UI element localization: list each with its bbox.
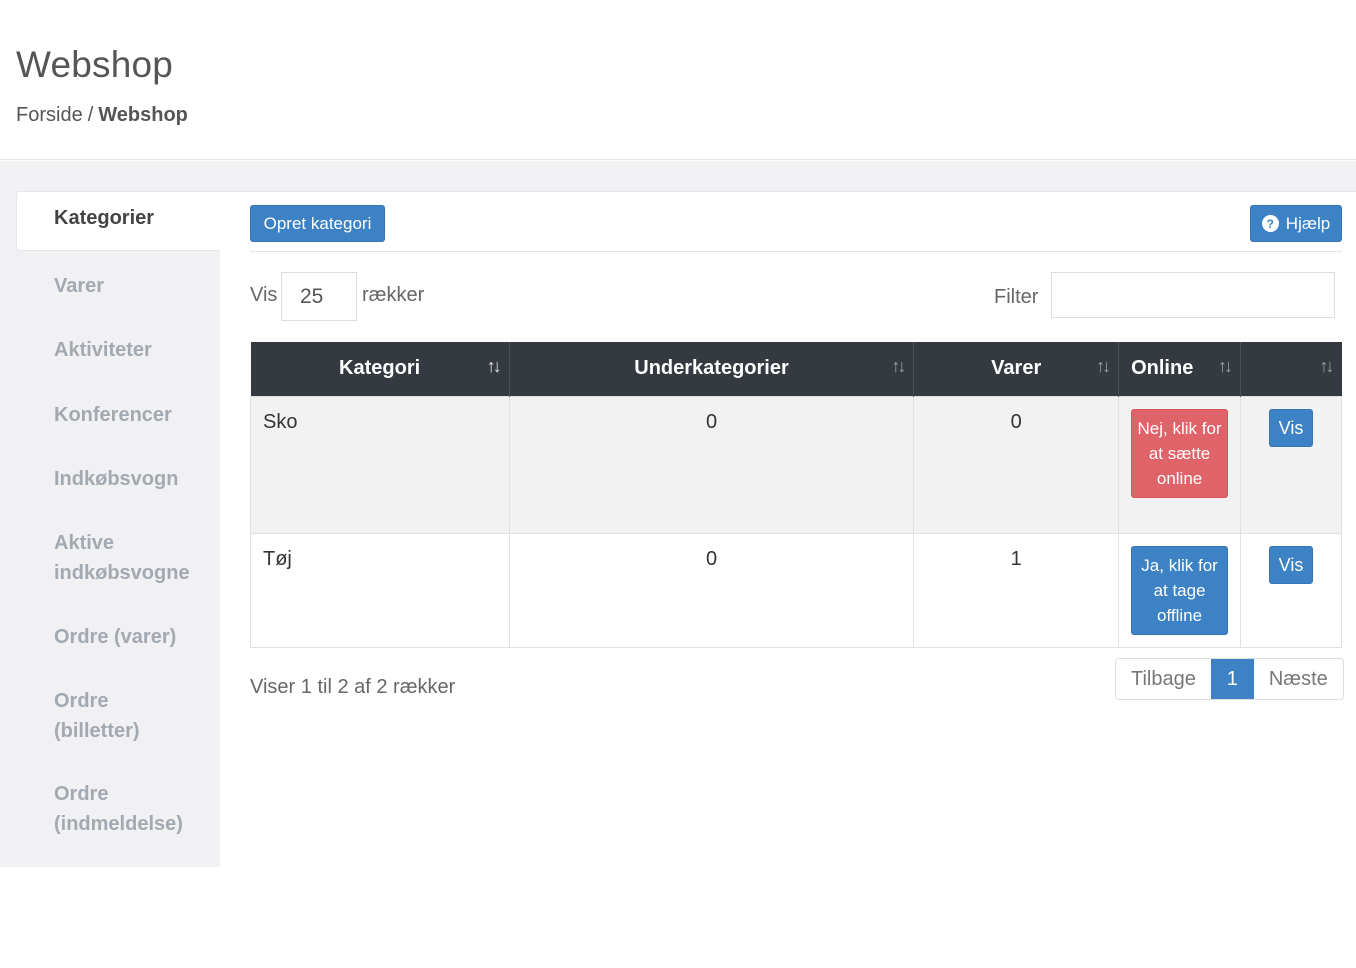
- sidebar-item-aktiviteter[interactable]: Aktiviteter: [54, 335, 152, 365]
- column-header-actions[interactable]: ↑↓: [1240, 342, 1342, 396]
- pagination: Tilbage 1 Næste: [1115, 658, 1344, 700]
- sort-icon: ↑↓: [1319, 356, 1335, 376]
- cell-varer: 0: [913, 395, 1120, 534]
- cell-underkategorier: 0: [508, 395, 915, 534]
- pagination-page-1[interactable]: 1: [1210, 659, 1254, 699]
- page-size-input[interactable]: [281, 272, 357, 321]
- sort-icon: ↑↓: [891, 356, 906, 376]
- sidebar-item-label-line1: Aktive: [54, 532, 115, 554]
- sort-icon: ↑↓: [1218, 356, 1233, 376]
- breadcrumb-separator: /: [87, 104, 94, 126]
- pagination-next[interactable]: Næste: [1253, 659, 1343, 699]
- breadcrumb-current: Webshop: [98, 104, 188, 126]
- column-header-label: Underkategorier: [634, 357, 789, 380]
- sidebar-item-aktive-indkobsvogne[interactable]: Aktive indkøbsvogne: [54, 528, 190, 588]
- breadcrumb-home[interactable]: Forside: [16, 104, 83, 126]
- sidebar-item-konferencer[interactable]: Konferencer: [54, 400, 172, 430]
- cell-online: Nej, klik for at sætte online: [1118, 395, 1242, 534]
- cell-kategori: Tøj: [250, 532, 510, 648]
- filter-input[interactable]: [1051, 272, 1335, 318]
- help-button-label: Hjælp: [1285, 213, 1331, 233]
- sidebar-item-varer[interactable]: Varer: [54, 271, 104, 301]
- cell-actions: Vis: [1240, 395, 1342, 534]
- column-header-varer[interactable]: Varer ↑↓: [913, 342, 1120, 396]
- sidebar-item-label-line2: indkøbsvogne: [54, 562, 190, 584]
- sidebar-item-kategorier[interactable]: Kategorier: [16, 191, 220, 251]
- page-header: Webshop Forside / Webshop: [0, 0, 1356, 160]
- cell-varer: 1: [913, 532, 1120, 648]
- column-header-label: Varer: [991, 357, 1042, 380]
- sidebar-item-ordre-indmeldelse[interactable]: Ordre (indmeldelse): [54, 779, 183, 839]
- column-header-label: Kategori: [339, 357, 421, 380]
- table-row: Sko 0 0 Nej, klik for at sætte online Vi…: [250, 395, 1342, 534]
- sidebar-item-ordre-billetter[interactable]: Ordre (billetter): [54, 686, 140, 746]
- rows-label: rækker: [362, 284, 425, 306]
- sort-icon: ↑↓: [486, 356, 502, 376]
- cell-actions: Vis: [1240, 532, 1342, 648]
- question-circle-icon: ?: [1261, 215, 1279, 232]
- toolbar-divider: [250, 251, 1342, 252]
- sidebar-item-label-line1: Ordre: [54, 783, 109, 805]
- cell-kategori: Sko: [250, 395, 510, 534]
- page-title: Webshop: [16, 44, 174, 85]
- sidebar-item-indkobsvogn[interactable]: Indkøbsvogn: [54, 464, 178, 494]
- cell-online: Ja, klik for at tage offline: [1118, 532, 1242, 648]
- pagination-prev[interactable]: Tilbage: [1116, 659, 1211, 699]
- breadcrumb: Forside / Webshop: [16, 104, 188, 127]
- category-table: Kategori ↑↓ Underkategorier ↑↓ Varer ↑↓ Onl…: [250, 342, 1342, 648]
- sort-icon: ↑↓: [1096, 356, 1111, 376]
- column-header-underkategorier[interactable]: Underkategorier ↑↓: [509, 342, 915, 396]
- help-button[interactable]: ? Hjælp: [1250, 205, 1342, 242]
- view-button[interactable]: Vis: [1269, 408, 1314, 447]
- sidebar-item-label-line2: (indmeldelse): [54, 813, 183, 835]
- table-info: Viser 1 til 2 af 2 rækker: [250, 676, 456, 698]
- table-row: Tøj 0 1 Ja, klik for at tage offline Vis: [250, 532, 1342, 648]
- create-category-button[interactable]: Opret kategori: [250, 205, 385, 242]
- page-bottom: [0, 867, 1356, 968]
- view-button[interactable]: Vis: [1269, 545, 1314, 584]
- show-label: Vis: [250, 284, 278, 306]
- cell-underkategorier: 0: [508, 532, 915, 648]
- sidebar-item-label-line2: (billetter): [54, 720, 140, 742]
- filter-label: Filter: [994, 286, 1039, 308]
- set-offline-button[interactable]: Ja, klik for at tage offline: [1131, 545, 1229, 635]
- column-header-kategori[interactable]: Kategori ↑↓: [250, 342, 510, 396]
- sidebar-item-ordre-varer[interactable]: Ordre (varer): [54, 622, 176, 652]
- table-header-row: Kategori ↑↓ Underkategorier ↑↓ Varer ↑↓ Onl…: [250, 342, 1342, 396]
- sidebar-item-label: Kategorier: [54, 207, 155, 229]
- sidebar-item-label-line1: Ordre: [54, 690, 109, 712]
- set-online-button[interactable]: Nej, klik for at sætte online: [1131, 408, 1229, 498]
- column-header-online[interactable]: Online ↑↓: [1118, 342, 1242, 396]
- column-header-label: Online: [1131, 357, 1194, 380]
